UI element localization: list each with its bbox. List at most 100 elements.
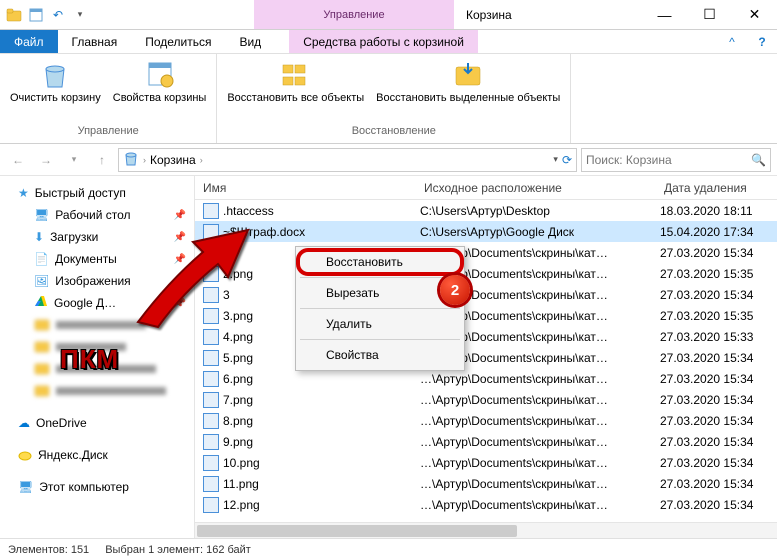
tab-share[interactable]: Поделиться — [131, 30, 225, 53]
file-name: .htaccess — [223, 204, 420, 218]
file-row[interactable]: .htaccessC:\Users\Артур\Desktop18.03.202… — [195, 200, 777, 221]
file-row[interactable]: 10.png…\Артур\Documents\скрины\кат…27.03… — [195, 452, 777, 473]
file-row[interactable]: 7.png…\Артур\Documents\скрины\кат…27.03.… — [195, 389, 777, 410]
file-row[interactable]: 3.png…\Артур\Documents\скрины\кат…27.03.… — [195, 305, 777, 326]
minimize-button[interactable]: — — [642, 0, 687, 29]
column-location[interactable]: Исходное расположение — [420, 181, 660, 195]
context-menu-restore[interactable]: Восстановить — [298, 250, 462, 274]
breadcrumb[interactable]: › Корзина › ▾ ⟳ — [118, 148, 577, 172]
file-row[interactable]: 2…\Артур\Documents\скрины\кат…27.03.2020… — [195, 242, 777, 263]
file-row[interactable]: 3…\Артур\Documents\скрины\кат…27.03.2020… — [195, 284, 777, 305]
file-icon — [203, 455, 219, 471]
breadcrumb-dropdown-icon[interactable]: ▾ — [553, 154, 558, 165]
file-row[interactable]: ~$Штраф.docxC:\Users\Артур\Google Диск15… — [195, 221, 777, 242]
tab-home[interactable]: Главная — [58, 30, 132, 53]
search-input[interactable] — [586, 153, 751, 167]
file-row[interactable]: 11.png…\Артур\Documents\скрины\кат…27.03… — [195, 473, 777, 494]
file-date: 27.03.2020 15:34 — [660, 372, 777, 386]
sidebar-item-onedrive[interactable]: ☁ OneDrive — [0, 412, 194, 434]
file-date: 27.03.2020 15:35 — [660, 267, 777, 281]
file-location: …\Артур\Documents\скрины\кат… — [420, 456, 660, 470]
file-icon — [203, 203, 219, 219]
restore-selected-icon — [452, 58, 484, 90]
annotation-badge-2: 2 — [440, 275, 470, 305]
status-item-count: Элементов: 151 — [8, 544, 89, 556]
file-name: 9.png — [223, 435, 420, 449]
sidebar-item-yandex-disk[interactable]: Яндекс.Диск — [0, 444, 194, 466]
file-date: 27.03.2020 15:34 — [660, 477, 777, 491]
maximize-button[interactable]: ☐ — [687, 0, 732, 29]
recycle-bin-icon — [123, 150, 139, 169]
file-row[interactable]: 12.png…\Артур\Documents\скрины\кат…27.03… — [195, 494, 777, 515]
file-name: 8.png — [223, 414, 420, 428]
column-name[interactable]: Имя — [195, 181, 420, 195]
file-row[interactable]: 8.png…\Артур\Documents\скрины\кат…27.03.… — [195, 410, 777, 431]
forward-button[interactable]: → — [34, 148, 58, 172]
bin-props-button[interactable]: Свойства корзины — [109, 56, 211, 107]
back-button[interactable]: ← — [6, 148, 30, 172]
file-date: 27.03.2020 15:34 — [660, 456, 777, 470]
properties-icon[interactable] — [28, 7, 44, 23]
file-icon — [203, 371, 219, 387]
file-name: 11.png — [223, 477, 420, 491]
refresh-icon[interactable]: ⟳ — [562, 153, 572, 167]
column-date[interactable]: Дата удаления — [660, 181, 777, 195]
desktop-icon: 🖥 — [34, 208, 49, 222]
file-location: …\Артур\Documents\скрины\кат… — [420, 372, 660, 386]
file-name: 12.png — [223, 498, 420, 512]
sidebar-item-folder[interactable] — [0, 380, 194, 402]
annotation-arrow — [128, 222, 258, 332]
status-bar: Элементов: 151 Выбран 1 элемент: 162 бай… — [0, 538, 777, 560]
qat-dropdown-icon[interactable]: ▾ — [72, 7, 88, 23]
yandex-disk-icon — [18, 447, 32, 464]
file-date: 27.03.2020 15:34 — [660, 288, 777, 302]
search-box[interactable]: 🔍 — [581, 148, 771, 172]
file-row[interactable]: 5.png…\Артур\Documents\скрины\кат…27.03.… — [195, 347, 777, 368]
file-icon — [203, 350, 219, 366]
breadcrumb-segment[interactable]: Корзина — [150, 153, 196, 167]
close-button[interactable]: ✕ — [732, 0, 777, 29]
context-menu-separator — [300, 308, 460, 309]
file-name: 7.png — [223, 393, 420, 407]
file-name: 10.png — [223, 456, 420, 470]
context-menu-delete[interactable]: Удалить — [298, 312, 462, 336]
file-date: 27.03.2020 15:35 — [660, 309, 777, 323]
horizontal-scrollbar[interactable] — [195, 522, 777, 538]
column-headers: Имя Исходное расположение Дата удаления — [195, 176, 777, 200]
annotation-pkm-label: ПКМ — [60, 344, 119, 375]
undo-icon[interactable]: ↶ — [50, 7, 66, 23]
context-menu-cut[interactable]: Вырезать — [298, 281, 462, 305]
file-row[interactable]: 2.png…\Артур\Documents\скрины\кат…27.03.… — [195, 263, 777, 284]
restore-all-button[interactable]: Восстановить все объекты — [223, 56, 368, 107]
window-title: Корзина — [454, 0, 642, 29]
window-controls: — ☐ ✕ — [642, 0, 777, 29]
ribbon-tabs: Файл Главная Поделиться Вид Средства раб… — [0, 30, 777, 54]
titlebar: ↶ ▾ Управление Корзина — ☐ ✕ — [0, 0, 777, 30]
ribbon-group-label: Управление — [6, 125, 210, 141]
empty-bin-button[interactable]: Очистить корзину — [6, 56, 105, 107]
file-row[interactable]: 9.png…\Артур\Documents\скрины\кат…27.03.… — [195, 431, 777, 452]
file-date: 27.03.2020 15:34 — [660, 498, 777, 512]
file-location: …\Артур\Documents\скрины\кат… — [420, 393, 660, 407]
file-row[interactable]: 4.png…\Артур\Documents\скрины\кат…27.03.… — [195, 326, 777, 347]
context-menu-properties[interactable]: Свойства — [298, 343, 462, 367]
file-icon — [203, 476, 219, 492]
tab-file[interactable]: Файл — [0, 30, 58, 53]
ribbon-group-label: Восстановление — [223, 125, 564, 141]
file-row[interactable]: 6.png…\Артур\Documents\скрины\кат…27.03.… — [195, 368, 777, 389]
sidebar-item-quick-access[interactable]: ★ Быстрый доступ — [0, 182, 194, 204]
file-location: C:\Users\Артур\Google Диск — [420, 225, 660, 239]
file-list[interactable]: .htaccessC:\Users\Артур\Desktop18.03.202… — [195, 200, 777, 522]
help-icon[interactable]: ? — [747, 30, 777, 53]
sidebar-item-this-pc[interactable]: 🖥 Этот компьютер — [0, 476, 194, 498]
onedrive-icon: ☁ — [18, 416, 30, 430]
tab-recycle-tools[interactable]: Средства работы с корзиной — [289, 30, 478, 53]
ribbon-collapse-icon[interactable]: ^ — [717, 30, 747, 53]
tab-view[interactable]: Вид — [225, 30, 275, 53]
recent-locations-icon[interactable]: ▾ — [62, 148, 86, 172]
search-icon[interactable]: 🔍 — [751, 153, 766, 167]
up-button[interactable]: ↑ — [90, 148, 114, 172]
pictures-icon: 🖼 — [34, 274, 49, 288]
context-menu-separator — [300, 339, 460, 340]
restore-selected-button[interactable]: Восстановить выделенные объекты — [372, 56, 564, 107]
